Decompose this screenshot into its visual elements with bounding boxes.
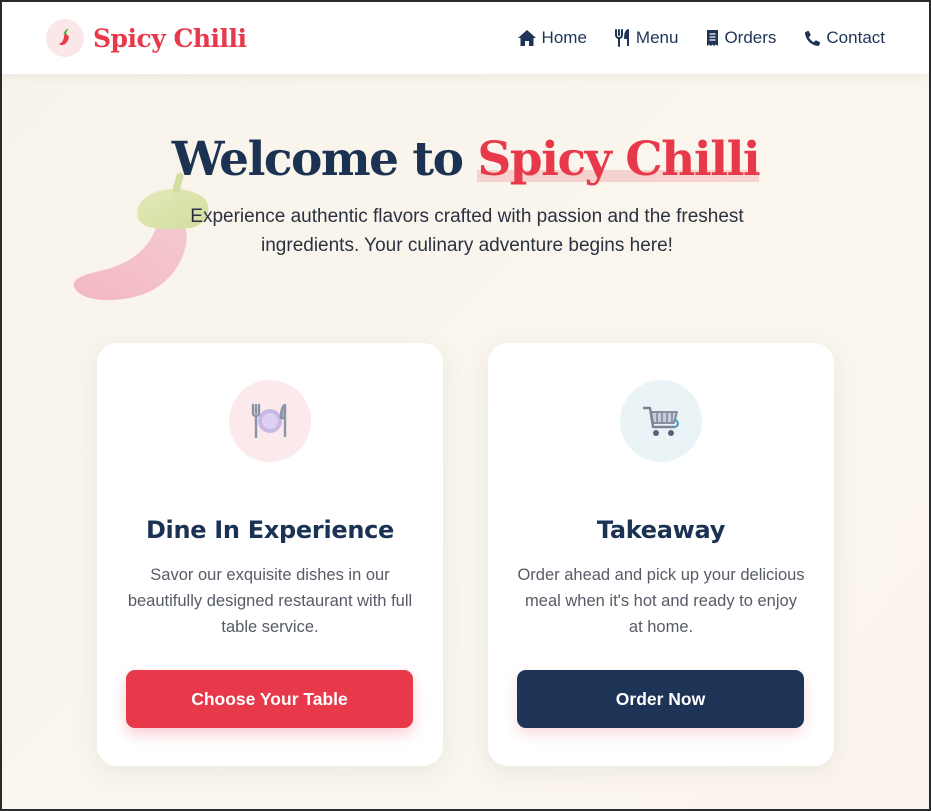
dine-in-title: Dine In Experience xyxy=(145,516,395,544)
nav-menu[interactable]: Menu xyxy=(614,28,679,48)
shopping-cart-icon xyxy=(620,380,702,462)
plate-cutlery-icon xyxy=(229,380,311,462)
hero-subtitle: Experience authentic flavors crafted wit… xyxy=(190,206,744,256)
hero-title-accent: Spicy Chilli xyxy=(477,132,761,187)
nav-orders-label: Orders xyxy=(724,28,777,47)
main-nav: Home Menu Orders Contact xyxy=(517,28,885,48)
dine-in-card: Dine In Experience Savor our exquisite d… xyxy=(97,343,443,766)
nav-home[interactable]: Home xyxy=(517,28,587,48)
choose-table-button[interactable]: Choose Your Table xyxy=(126,670,413,728)
chili-logo-icon xyxy=(46,19,84,57)
nav-contact-label: Contact xyxy=(826,28,885,47)
takeaway-description: Order ahead and pick up your delicious m… xyxy=(517,566,805,636)
home-icon xyxy=(517,30,536,46)
takeaway-card: Takeaway Order ahead and pick up your de… xyxy=(488,343,834,766)
nav-menu-label: Menu xyxy=(635,28,679,47)
nav-home-label: Home xyxy=(541,28,587,47)
hero-title-prefix: Welcome to xyxy=(171,132,464,187)
nav-orders[interactable]: Orders xyxy=(706,28,776,48)
brand-name: Spicy Chilli xyxy=(93,23,247,53)
dine-in-description: Savor our exquisite dishes in our beauti… xyxy=(127,566,413,636)
brand[interactable]: Spicy Chilli xyxy=(46,19,247,57)
utensils-icon xyxy=(614,29,629,47)
takeaway-title: Takeaway xyxy=(596,516,726,544)
nav-contact[interactable]: Contact xyxy=(804,28,885,48)
navbar: Spicy Chilli Home Menu Orders Contact xyxy=(2,2,929,74)
hero-title: Welcome to Spicy Chilli xyxy=(2,132,929,187)
phone-icon xyxy=(805,30,821,46)
order-now-button[interactable]: Order Now xyxy=(517,670,804,728)
receipt-icon xyxy=(707,30,719,46)
